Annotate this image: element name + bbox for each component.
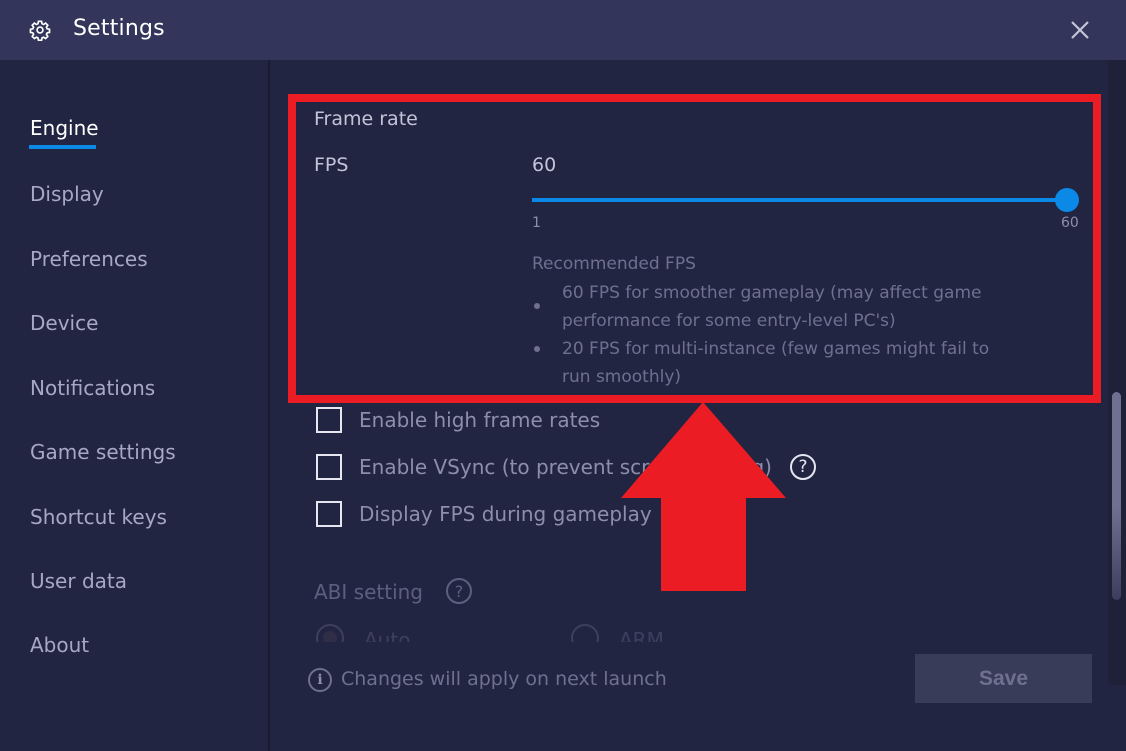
fps-slider-thumb[interactable] (1055, 188, 1079, 212)
bullet-icon (534, 346, 540, 352)
abi-arm-radio[interactable] (571, 624, 599, 642)
info-icon: i (308, 668, 332, 692)
recommendation-item: 60 FPS for smoother gameplay (may affect… (562, 283, 982, 331)
high-frame-rates-checkbox[interactable] (316, 407, 342, 433)
scrollbar-thumb[interactable] (1112, 392, 1121, 600)
fps-value: 60 (532, 154, 557, 176)
save-button[interactable]: Save (915, 654, 1092, 703)
display-fps-option[interactable]: Display FPS during gameplay (316, 500, 652, 528)
abi-option-arm[interactable]: ARM (571, 624, 664, 642)
abi-auto-radio[interactable] (316, 624, 344, 642)
sidebar-item-engine[interactable]: Engine (30, 116, 99, 140)
frame-rate-heading: Frame rate (314, 108, 418, 130)
recommended-fps-heading: Recommended FPS (532, 254, 696, 274)
sidebar-item-shortcut-keys[interactable]: Shortcut keys (30, 505, 167, 529)
display-fps-label: Display FPS during gameplay (359, 502, 652, 526)
abi-option-auto[interactable]: Auto (316, 624, 410, 642)
display-fps-checkbox[interactable] (316, 501, 342, 527)
fps-slider-track[interactable] (532, 198, 1068, 202)
sidebar-item-about[interactable]: About (30, 633, 89, 657)
help-icon[interactable]: ? (446, 578, 472, 604)
sidebar-item-notifications[interactable]: Notifications (30, 376, 155, 400)
fps-slider-max-label: 60 (1061, 215, 1079, 231)
high-frame-rates-option[interactable]: Enable high frame rates (316, 406, 600, 434)
bullet-icon (534, 303, 540, 309)
sidebar-item-display[interactable]: Display (30, 182, 104, 206)
vsync-label: Enable VSync (to prevent screen tearing) (359, 455, 772, 479)
fps-slider-min-label: 1 (532, 215, 541, 231)
restart-notice: Changes will apply on next launch (341, 668, 667, 690)
recommendation-item: 20 FPS for multi-instance (few games mig… (562, 339, 990, 387)
help-icon[interactable]: ? (789, 454, 816, 480)
vsync-option[interactable]: Enable VSync (to prevent screen tearing)… (316, 453, 816, 481)
title-bar: Settings (0, 0, 1126, 60)
active-tab-indicator (29, 145, 96, 149)
sidebar-item-preferences[interactable]: Preferences (30, 247, 148, 271)
window-title: Settings (73, 16, 165, 41)
vsync-checkbox[interactable] (316, 454, 342, 480)
gear-icon (29, 20, 51, 41)
close-icon[interactable] (1066, 16, 1094, 44)
abi-setting-heading: ABI setting (314, 580, 423, 604)
abi-arm-label: ARM (619, 628, 664, 642)
sidebar-item-game-settings[interactable]: Game settings (30, 440, 176, 464)
sidebar-item-user-data[interactable]: User data (30, 569, 127, 593)
abi-auto-label: Auto (364, 628, 411, 642)
sidebar-item-device[interactable]: Device (30, 311, 98, 335)
high-frame-rates-label: Enable high frame rates (359, 408, 601, 432)
fps-label: FPS (314, 154, 349, 176)
